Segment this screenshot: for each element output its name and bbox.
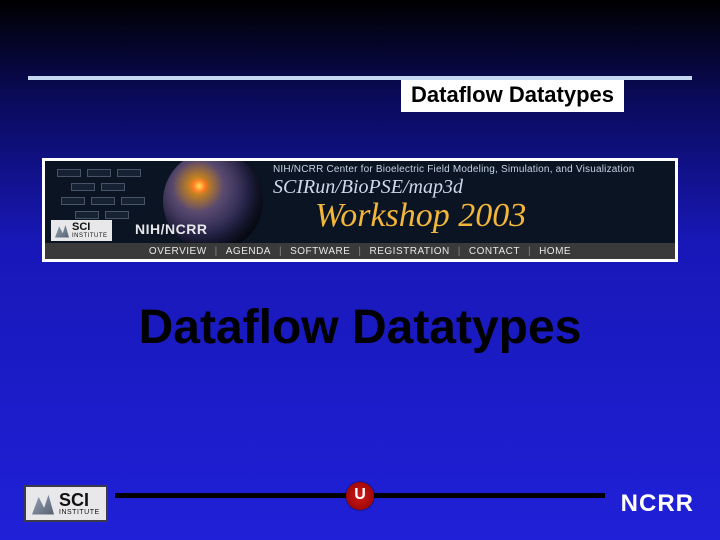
banner-tagline: NIH/NCRR Center for Bioelectric Field Mo… [273, 164, 634, 175]
footer-sci-sub: INSTITUTE [59, 509, 100, 516]
nih-ncrr-label: NIH/NCRR [135, 221, 207, 237]
banner-diagram-icon [53, 167, 173, 223]
nav-contact[interactable]: CONTACT [467, 246, 522, 257]
sci-badge-text: SCI [72, 222, 108, 233]
banner-nav: OVERVIEW | AGENDA | SOFTWARE | REGISTRAT… [45, 243, 675, 259]
footer-sci-text: SCI [59, 491, 100, 509]
nav-separator: | [352, 246, 367, 257]
sci-badge: SCI INSTITUTE [51, 220, 112, 241]
nav-separator: | [273, 246, 288, 257]
sci-logo-icon [32, 493, 54, 515]
nav-software[interactable]: SOFTWARE [288, 246, 352, 257]
workshop-banner: NIH/NCRR Center for Bioelectric Field Mo… [42, 158, 678, 262]
nav-registration[interactable]: REGISTRATION [368, 246, 452, 257]
globe-hotspot-icon [190, 179, 208, 193]
u-glyph: U [354, 486, 366, 504]
nav-overview[interactable]: OVERVIEW [147, 246, 209, 257]
nav-separator: | [209, 246, 224, 257]
nav-agenda[interactable]: AGENDA [224, 246, 273, 257]
nav-separator: | [522, 246, 537, 257]
banner-title: SCIRun/BioPSE/map3d [273, 176, 463, 199]
header-tag: Dataflow Datatypes [401, 80, 624, 112]
nav-separator: | [452, 246, 467, 257]
slide-title: Dataflow Datatypes [0, 300, 720, 355]
footer-ncrr-label: NCRR [621, 490, 694, 518]
sci-badge-sub: INSTITUTE [72, 233, 108, 239]
banner-workshop-label: Workshop 2003 [315, 197, 526, 235]
sci-logo-icon [55, 224, 69, 238]
footer-sci-badge: SCI INSTITUTE [24, 485, 108, 522]
nav-home[interactable]: HOME [537, 246, 573, 257]
university-logo-icon: U [346, 482, 374, 510]
banner-graphic: NIH/NCRR Center for Bioelectric Field Mo… [45, 161, 675, 243]
